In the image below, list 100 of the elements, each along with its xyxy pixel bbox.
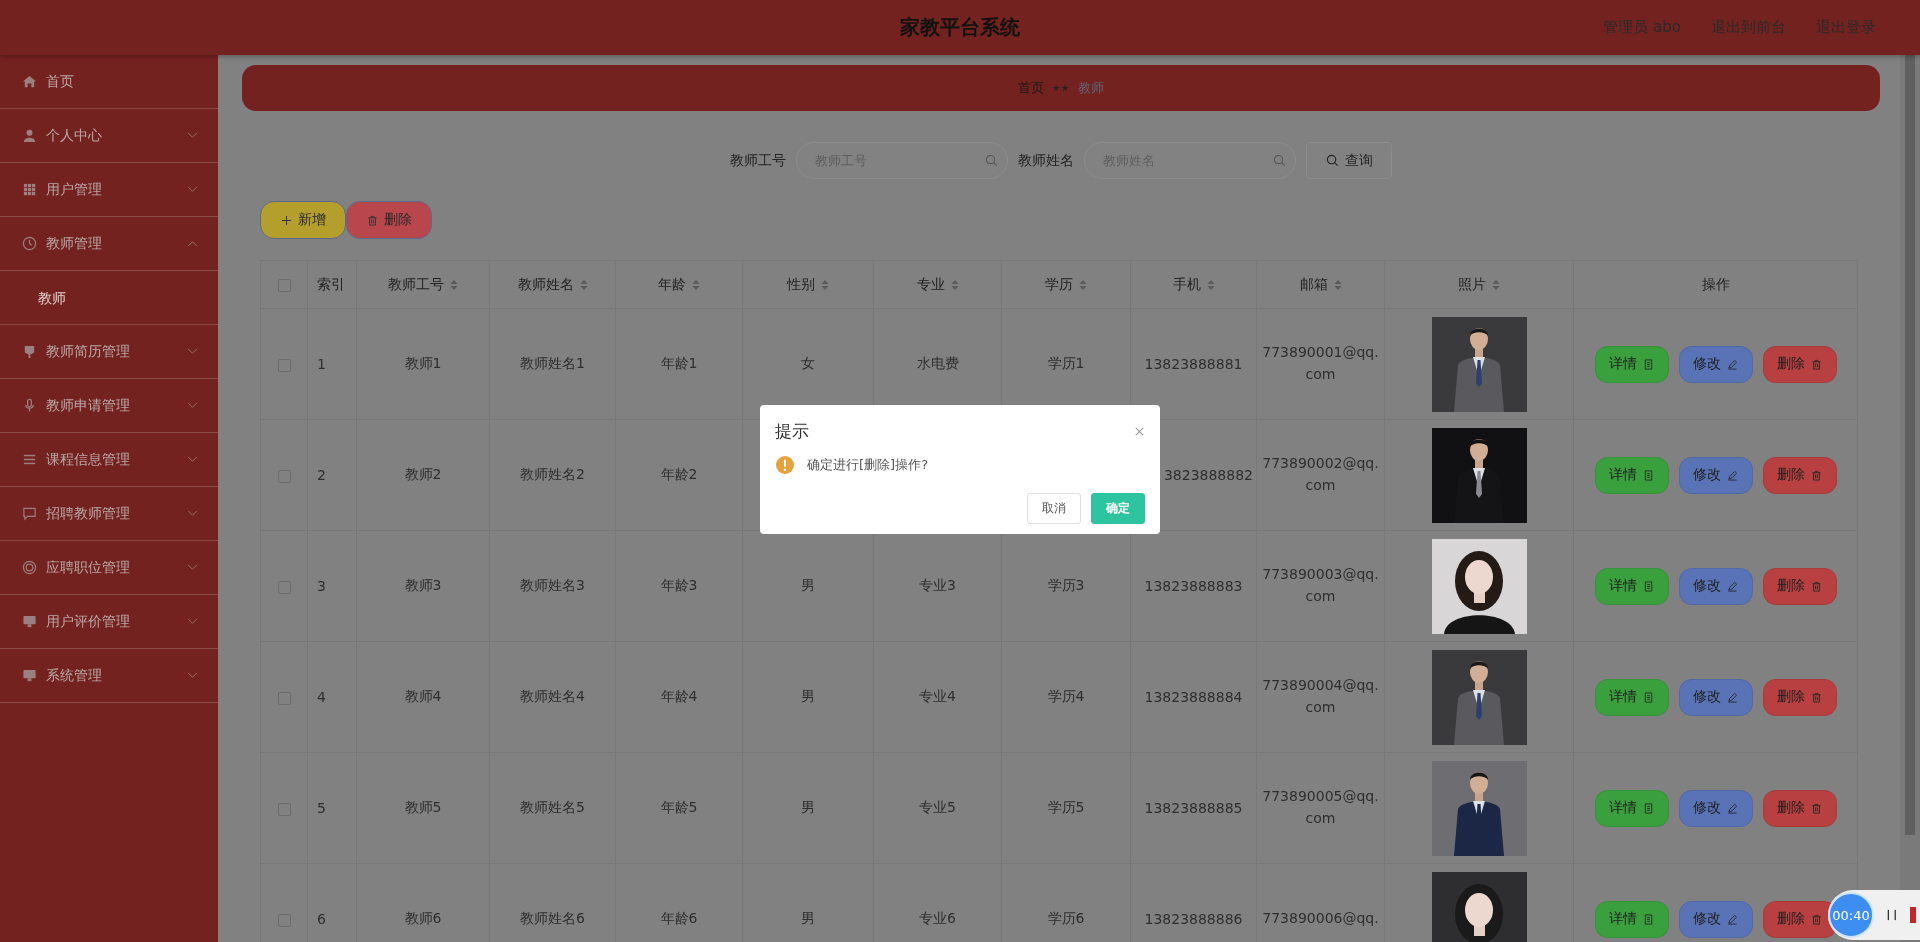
sidebar-subitem[interactable]: 教师 xyxy=(0,271,218,325)
table-cell: 教师6 xyxy=(404,910,442,926)
sort-icon[interactable] xyxy=(1492,278,1500,291)
sidebar-label: 个人中心 xyxy=(46,126,103,145)
plus-icon xyxy=(280,214,292,226)
table-cell: 男 xyxy=(801,577,815,593)
edit-button[interactable]: 修改 xyxy=(1678,678,1753,716)
table-cell: 教师2 xyxy=(404,466,442,482)
table-cell: 教师3 xyxy=(404,577,442,593)
sidebar-item[interactable]: 应聘职位管理 xyxy=(0,541,218,595)
edit-button[interactable]: 修改 xyxy=(1678,345,1753,383)
table-cell: 男 xyxy=(801,910,815,926)
table-cell: 年龄6 xyxy=(660,910,698,926)
trash-icon xyxy=(1811,802,1822,814)
search-button[interactable]: 查询 xyxy=(1306,142,1392,179)
edit-button[interactable]: 修改 xyxy=(1678,900,1753,938)
sort-icon[interactable] xyxy=(692,278,700,291)
scrollbar[interactable] xyxy=(1900,55,1920,942)
column-header: 教师姓名 xyxy=(517,275,574,294)
sidebar-item[interactable]: 教师简历管理 xyxy=(0,325,218,379)
sidebar-label: 课程信息管理 xyxy=(46,450,131,469)
table-cell: 教师姓名2 xyxy=(520,466,585,482)
sort-icon[interactable] xyxy=(579,278,588,291)
close-icon[interactable] xyxy=(1134,426,1145,437)
table-cell: 水电费 xyxy=(916,355,959,371)
delete-button[interactable]: 删除 xyxy=(1762,345,1837,383)
sort-icon[interactable] xyxy=(950,278,959,291)
sidebar-item[interactable]: 用户评价管理 xyxy=(0,595,218,649)
detail-button[interactable]: 详情 xyxy=(1594,567,1669,605)
table-cell: 6 xyxy=(317,911,326,927)
sidebar-label: 招聘教师管理 xyxy=(46,504,131,523)
table-cell: 教师姓名5 xyxy=(520,799,585,815)
warning-icon xyxy=(775,455,795,475)
table-cell: 学历5 xyxy=(1047,799,1085,815)
sidebar-label: 教师申请管理 xyxy=(46,396,131,415)
sidebar-item[interactable]: 系统管理 xyxy=(0,649,218,703)
table-cell: 13823888881 xyxy=(1144,356,1243,372)
table-cell: 教师1 xyxy=(404,355,442,371)
sidebar-label: 首页 xyxy=(46,72,75,91)
sidebar-label: 教师管理 xyxy=(46,234,103,253)
monitor-icon xyxy=(22,668,37,683)
delete-button[interactable]: 删除 xyxy=(1762,789,1837,827)
detail-button[interactable]: 详情 xyxy=(1594,789,1669,827)
sidebar-label: 应聘职位管理 xyxy=(46,558,131,577)
grid-icon xyxy=(22,182,37,197)
cancel-button[interactable]: 取消 xyxy=(1027,493,1081,524)
table-cell: 女 xyxy=(801,355,815,371)
column-header: 性别 xyxy=(787,275,815,294)
delete-button[interactable]: 删除 xyxy=(1762,678,1837,716)
recording-timer[interactable]: 00:40 xyxy=(1828,892,1874,938)
column-header: 学历 xyxy=(1045,275,1073,294)
sidebar-item[interactable]: 用户管理 xyxy=(0,163,218,217)
stop-icon[interactable] xyxy=(1910,907,1916,923)
trash-icon xyxy=(1811,358,1822,370)
sort-icon[interactable] xyxy=(1079,278,1087,291)
sidebar-item[interactable]: 首页 xyxy=(0,55,218,109)
pause-icon[interactable] xyxy=(1886,907,1898,923)
table-cell: 年龄3 xyxy=(660,577,698,593)
pencil-icon xyxy=(1727,913,1738,925)
column-header: 年龄 xyxy=(658,275,686,294)
sort-icon[interactable] xyxy=(821,278,829,291)
sidebar-item[interactable]: 教师管理 xyxy=(0,217,218,271)
sidebar-label: 用户评价管理 xyxy=(46,612,131,631)
delete-button[interactable]: 删除 xyxy=(1762,456,1837,494)
sidebar-item[interactable]: 招聘教师管理 xyxy=(0,487,218,541)
table-cell: 教师姓名3 xyxy=(520,577,585,593)
table-cell: 教师姓名1 xyxy=(520,355,585,371)
document-icon xyxy=(1643,691,1654,703)
edit-button[interactable]: 修改 xyxy=(1678,456,1753,494)
add-button[interactable]: 新增 xyxy=(260,201,346,239)
edit-button[interactable]: 修改 xyxy=(1678,789,1753,827)
detail-button[interactable]: 详情 xyxy=(1594,345,1669,383)
monitor-icon xyxy=(22,614,37,629)
pencil-icon xyxy=(1727,580,1738,592)
sidebar-item[interactable]: 个人中心 xyxy=(0,109,218,163)
detail-button[interactable]: 详情 xyxy=(1594,900,1669,938)
table-cell-text: 773890002@qq.com xyxy=(1261,454,1380,495)
delete-button[interactable]: 删除 xyxy=(346,201,432,239)
table-cell: 教师姓名4 xyxy=(520,688,585,704)
delete-button[interactable]: 删除 xyxy=(1762,567,1837,605)
sidebar-item[interactable]: 教师申请管理 xyxy=(0,379,218,433)
table-cell: 年龄4 xyxy=(660,688,698,704)
confirm-button[interactable]: 确定 xyxy=(1091,493,1145,524)
edit-button[interactable]: 修改 xyxy=(1678,567,1753,605)
detail-button[interactable]: 详情 xyxy=(1594,456,1669,494)
table-cell: 学历1 xyxy=(1047,355,1085,371)
app-title: 家教平台系统 xyxy=(900,14,1020,41)
document-icon xyxy=(1643,358,1654,370)
sort-icon[interactable] xyxy=(1206,278,1215,291)
column-header: 手机 xyxy=(1172,275,1201,294)
table-cell: 13823888886 xyxy=(1144,911,1243,927)
table-cell: 学历4 xyxy=(1047,688,1085,704)
table-cell: 学历6 xyxy=(1047,910,1085,926)
detail-button[interactable]: 详情 xyxy=(1594,678,1669,716)
trash-icon xyxy=(1811,469,1822,481)
table-cell-text: 773890003@qq.com xyxy=(1261,565,1380,606)
sort-icon[interactable] xyxy=(1333,278,1342,291)
pencil-icon xyxy=(1727,469,1738,481)
sidebar-item[interactable]: 课程信息管理 xyxy=(0,433,218,487)
sort-icon[interactable] xyxy=(450,278,458,291)
